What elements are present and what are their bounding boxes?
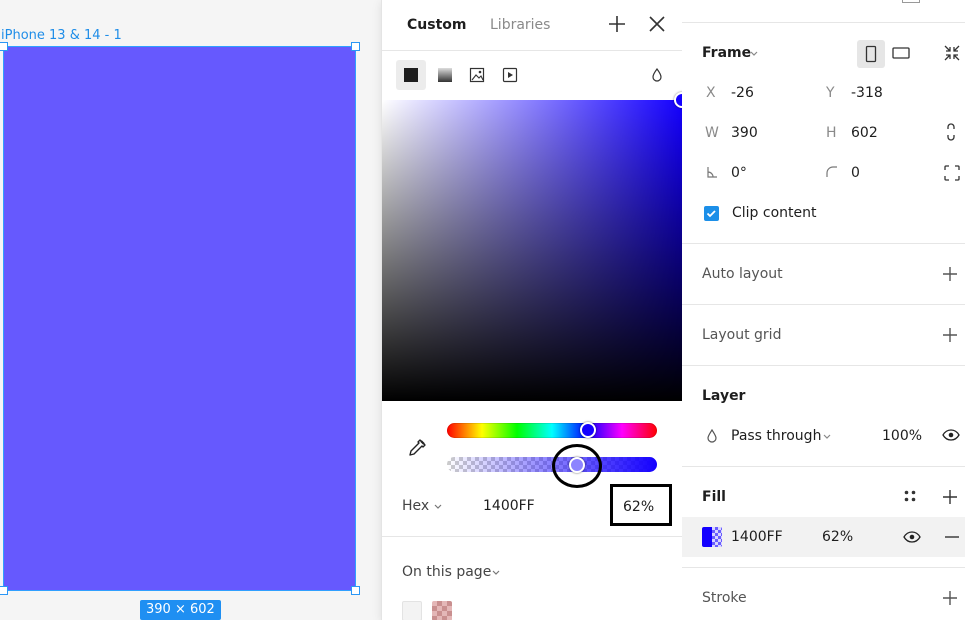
selected-frame[interactable] bbox=[3, 46, 356, 591]
fill-hex-input[interactable]: 1400FF bbox=[731, 529, 783, 545]
image-fill-icon bbox=[469, 67, 485, 83]
stroke-section-title: Stroke bbox=[702, 590, 747, 606]
clip-content-checkbox[interactable] bbox=[704, 206, 719, 221]
constrain-proportions-icon[interactable] bbox=[945, 122, 957, 142]
portrait-orientation-button[interactable] bbox=[857, 40, 885, 68]
divider bbox=[682, 567, 965, 568]
divider bbox=[682, 365, 965, 366]
fill-color-swatch[interactable] bbox=[702, 527, 722, 547]
on-this-page-dropdown[interactable]: On this page bbox=[402, 564, 491, 580]
resize-handle-bottom-right[interactable] bbox=[351, 586, 360, 595]
add-fill-icon[interactable] bbox=[942, 489, 958, 505]
annotation-circle bbox=[552, 444, 602, 488]
swatch-solid-part bbox=[702, 527, 712, 547]
divider bbox=[682, 466, 965, 467]
picker-header: Custom Libraries bbox=[382, 0, 682, 51]
plus-icon bbox=[609, 16, 625, 32]
x-label: X bbox=[706, 85, 716, 101]
divider bbox=[682, 304, 965, 305]
width-input[interactable]: 390 bbox=[731, 125, 758, 141]
close-picker-button[interactable] bbox=[646, 13, 668, 35]
w-label: W bbox=[705, 125, 719, 141]
styles-icon[interactable] bbox=[903, 489, 917, 503]
x-input[interactable]: -26 bbox=[731, 85, 754, 101]
independent-corners-icon[interactable] bbox=[944, 165, 960, 181]
eye-icon[interactable] bbox=[942, 428, 960, 442]
layout-grid-title: Layout grid bbox=[702, 327, 782, 343]
blend-mode-dropdown[interactable]: Pass through bbox=[731, 428, 821, 444]
y-label: Y bbox=[826, 85, 835, 101]
chevron-down-icon[interactable] bbox=[822, 433, 832, 441]
clip-content-label[interactable]: Clip content bbox=[732, 205, 817, 221]
blend-mode-button[interactable] bbox=[642, 60, 672, 90]
divider bbox=[382, 536, 682, 537]
close-icon bbox=[649, 16, 665, 32]
solid-fill-icon bbox=[404, 68, 418, 82]
drop-icon bbox=[707, 429, 717, 443]
eye-icon[interactable] bbox=[903, 530, 921, 544]
annotation-box: 62% bbox=[610, 484, 672, 526]
page-color-swatch[interactable] bbox=[432, 601, 452, 620]
frame-size-badge: 390 × 602 bbox=[140, 600, 221, 620]
add-stroke-icon[interactable] bbox=[942, 590, 958, 606]
drop-icon bbox=[652, 67, 662, 82]
rotation-icon bbox=[707, 167, 717, 178]
alpha-input[interactable]: 62% bbox=[623, 499, 654, 515]
add-auto-layout-icon[interactable] bbox=[942, 266, 958, 282]
panel-top-control bbox=[902, 0, 920, 3]
divider bbox=[682, 243, 965, 244]
color-picker-panel: Custom Libraries Hex 1400FF 62% On this … bbox=[382, 0, 690, 620]
video-fill-button[interactable] bbox=[495, 60, 525, 90]
color-format-dropdown[interactable]: Hex bbox=[402, 498, 429, 514]
rotation-input[interactable]: 0° bbox=[731, 165, 747, 181]
hue-slider-thumb[interactable] bbox=[579, 422, 596, 438]
chevron-down-icon[interactable] bbox=[433, 503, 443, 511]
frame-section-title[interactable]: Frame bbox=[702, 45, 751, 61]
corner-radius-input[interactable]: 0 bbox=[851, 165, 860, 181]
solid-fill-button[interactable] bbox=[396, 60, 426, 90]
corner-radius-icon bbox=[826, 166, 837, 177]
layer-section-title: Layer bbox=[702, 388, 746, 404]
h-label: H bbox=[826, 125, 837, 141]
resize-handle-bottom-left[interactable] bbox=[0, 586, 8, 595]
frame-name-label[interactable]: iPhone 13 & 14 - 1 bbox=[1, 28, 122, 43]
fill-opacity-input[interactable]: 62% bbox=[822, 529, 853, 545]
remove-fill-icon[interactable] bbox=[944, 529, 960, 545]
check-icon bbox=[706, 210, 716, 218]
chevron-down-icon[interactable] bbox=[491, 569, 501, 577]
page-color-swatch[interactable] bbox=[402, 601, 422, 620]
hex-input[interactable]: 1400FF bbox=[483, 498, 535, 514]
eyedropper-icon bbox=[409, 439, 426, 456]
y-input[interactable]: -318 bbox=[851, 85, 883, 101]
swatch-alpha-part bbox=[712, 527, 722, 547]
resize-handle-top-right[interactable] bbox=[351, 42, 360, 51]
image-fill-button[interactable] bbox=[462, 60, 492, 90]
divider bbox=[682, 22, 965, 23]
hue-slider[interactable] bbox=[447, 423, 657, 438]
saturation-value-area[interactable] bbox=[382, 100, 682, 401]
chevron-down-icon[interactable] bbox=[749, 50, 759, 58]
fill-section-title: Fill bbox=[702, 489, 726, 505]
gradient-fill-icon bbox=[438, 68, 452, 82]
layer-opacity-input[interactable]: 100% bbox=[882, 428, 922, 444]
gradient-fill-button[interactable] bbox=[430, 60, 460, 90]
eyedropper-button[interactable] bbox=[406, 437, 428, 463]
add-layout-grid-icon[interactable] bbox=[942, 327, 958, 343]
resize-handle-top-left[interactable] bbox=[0, 42, 8, 51]
landscape-icon[interactable] bbox=[892, 46, 910, 60]
color-value-row: Hex 1400FF 62% bbox=[382, 484, 682, 526]
add-style-button[interactable] bbox=[606, 13, 628, 35]
resize-to-fit-icon[interactable] bbox=[943, 44, 961, 62]
portrait-icon bbox=[865, 45, 877, 63]
tab-libraries[interactable]: Libraries bbox=[490, 17, 550, 33]
tab-custom[interactable]: Custom bbox=[407, 17, 466, 33]
video-fill-icon bbox=[502, 67, 518, 83]
height-input[interactable]: 602 bbox=[851, 125, 878, 141]
auto-layout-title: Auto layout bbox=[702, 266, 783, 282]
fill-type-row bbox=[382, 58, 682, 94]
properties-panel: Frame X -26 Y -318 W 390 H 602 0° 0 Clip… bbox=[682, 0, 965, 620]
